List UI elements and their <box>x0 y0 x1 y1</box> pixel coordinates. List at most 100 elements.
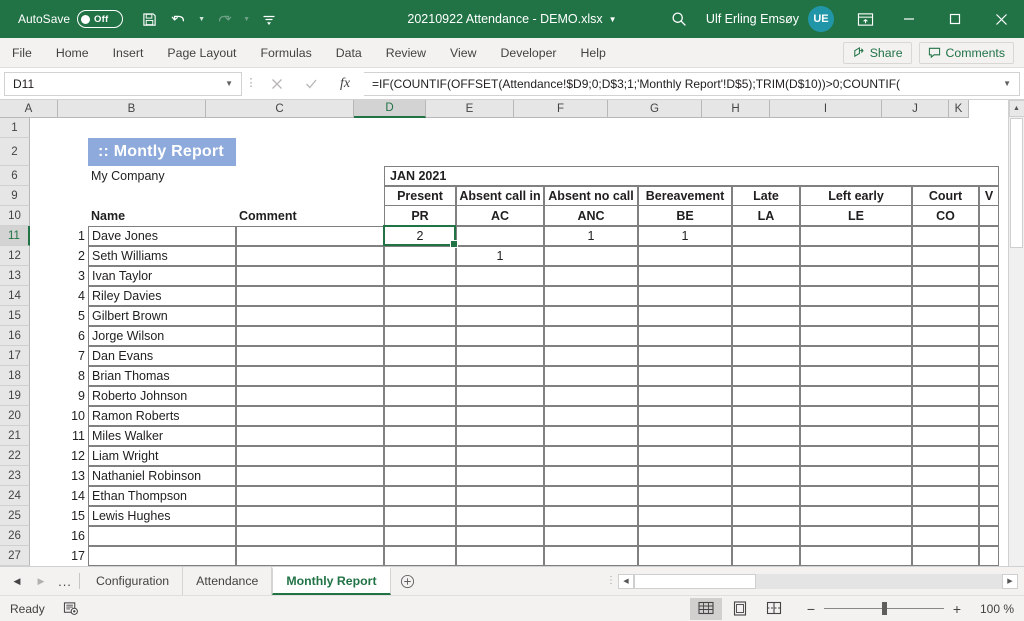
value-cell-e24[interactable] <box>456 486 544 506</box>
column-header-b[interactable]: B <box>58 100 206 118</box>
value-cell-g17[interactable] <box>638 346 732 366</box>
value-cell-i24[interactable] <box>800 486 912 506</box>
row-header-13[interactable]: 13 <box>0 266 30 286</box>
column-header-f[interactable]: F <box>514 100 608 118</box>
value-cell-k27[interactable] <box>979 546 999 566</box>
value-cell-i25[interactable] <box>800 506 912 526</box>
tab-data[interactable]: Data <box>324 38 374 67</box>
cell-I1[interactable] <box>800 118 912 138</box>
value-cell-g16[interactable] <box>638 326 732 346</box>
row-number-cell-15[interactable]: 5 <box>30 306 88 326</box>
value-cell-f14[interactable] <box>544 286 638 306</box>
row-header-15[interactable]: 15 <box>0 306 30 326</box>
value-cell-i26[interactable] <box>800 526 912 546</box>
tab-home[interactable]: Home <box>44 38 101 67</box>
category-header-e[interactable]: Absent call in <box>456 186 544 206</box>
category-header-d[interactable]: Present <box>384 186 456 206</box>
zoom-slider-thumb[interactable] <box>882 602 887 615</box>
value-cell-f22[interactable] <box>544 446 638 466</box>
category-code-e[interactable]: AC <box>456 206 544 226</box>
expand-formula-bar-icon[interactable]: ▼ <box>997 79 1011 88</box>
value-cell-j26[interactable] <box>912 526 979 546</box>
scroll-left-button[interactable]: ◀ <box>618 573 634 589</box>
value-cell-i27[interactable] <box>800 546 912 566</box>
page-break-preview-icon[interactable] <box>758 598 790 620</box>
column-header-h[interactable]: H <box>702 100 770 118</box>
row-header-16[interactable]: 16 <box>0 326 30 346</box>
value-cell-d23[interactable] <box>384 466 456 486</box>
sheet-overflow-icon[interactable]: ... <box>54 568 76 594</box>
row-number-cell-27[interactable]: 17 <box>30 546 88 566</box>
cell-c6[interactable] <box>236 166 384 186</box>
row-header-21[interactable]: 21 <box>0 426 30 446</box>
value-cell-i14[interactable] <box>800 286 912 306</box>
row-header-9[interactable]: 9 <box>0 186 30 206</box>
user-name[interactable]: Ulf Erling Emsøy <box>706 12 799 26</box>
row-header-25[interactable]: 25 <box>0 506 30 526</box>
row-number-cell-17[interactable]: 7 <box>30 346 88 366</box>
name-box[interactable]: D11 ▼ <box>4 71 242 96</box>
value-cell-i16[interactable] <box>800 326 912 346</box>
normal-view-icon[interactable] <box>690 597 722 620</box>
column-header-k[interactable]: K <box>949 100 969 118</box>
value-cell-g21[interactable] <box>638 426 732 446</box>
category-header-k[interactable]: V <box>979 186 999 206</box>
comment-cell-20[interactable] <box>236 406 384 426</box>
row-number-cell-23[interactable]: 13 <box>30 466 88 486</box>
value-cell-h22[interactable] <box>732 446 800 466</box>
scroll-right-button[interactable]: ▶ <box>1002 573 1018 589</box>
value-cell-i17[interactable] <box>800 346 912 366</box>
value-cell-d22[interactable] <box>384 446 456 466</box>
value-cell-g13[interactable] <box>638 266 732 286</box>
name-cell-23[interactable]: Nathaniel Robinson <box>88 466 236 486</box>
name-cell-17[interactable]: Dan Evans <box>88 346 236 366</box>
value-cell-h14[interactable] <box>732 286 800 306</box>
value-cell-k20[interactable] <box>979 406 999 426</box>
name-cell-27[interactable] <box>88 546 236 566</box>
value-cell-j25[interactable] <box>912 506 979 526</box>
value-cell-d19[interactable] <box>384 386 456 406</box>
cell-I2[interactable] <box>800 138 912 166</box>
sheet-tab-configuration[interactable]: Configuration <box>83 567 184 595</box>
row-number-cell-14[interactable]: 4 <box>30 286 88 306</box>
value-cell-e21[interactable] <box>456 426 544 446</box>
comment-cell-21[interactable] <box>236 426 384 446</box>
row-header-6[interactable]: 6 <box>0 166 30 186</box>
minimize-button[interactable] <box>886 0 932 38</box>
value-cell-f25[interactable] <box>544 506 638 526</box>
value-cell-d15[interactable] <box>384 306 456 326</box>
value-cell-d11[interactable]: 2 <box>384 226 456 246</box>
value-cell-j14[interactable] <box>912 286 979 306</box>
comment-cell-16[interactable] <box>236 326 384 346</box>
next-sheet-icon[interactable]: ▶ <box>30 568 52 594</box>
row-header-23[interactable]: 23 <box>0 466 30 486</box>
cell-a6[interactable] <box>30 166 88 186</box>
row-header-2[interactable]: 2 <box>0 138 30 166</box>
ribbon-display-options-icon[interactable] <box>844 0 886 38</box>
row-number-cell-21[interactable]: 11 <box>30 426 88 446</box>
cell-D2[interactable] <box>384 138 456 166</box>
name-cell-16[interactable]: Jorge Wilson <box>88 326 236 346</box>
undo-icon[interactable] <box>165 5 193 33</box>
value-cell-i20[interactable] <box>800 406 912 426</box>
value-cell-i19[interactable] <box>800 386 912 406</box>
cell-K1[interactable] <box>979 118 999 138</box>
value-cell-h17[interactable] <box>732 346 800 366</box>
zoom-slider[interactable] <box>824 602 944 615</box>
tab-file[interactable]: File <box>0 38 44 67</box>
cell-C2[interactable] <box>236 138 384 166</box>
value-cell-j17[interactable] <box>912 346 979 366</box>
value-cell-e12[interactable]: 1 <box>456 246 544 266</box>
category-code-i[interactable]: LE <box>800 206 912 226</box>
category-header-f[interactable]: Absent no call <box>544 186 638 206</box>
category-code-f[interactable]: ANC <box>544 206 638 226</box>
value-cell-d26[interactable] <box>384 526 456 546</box>
page-layout-icon[interactable] <box>724 598 756 620</box>
vertical-scroll-thumb[interactable] <box>1010 118 1023 248</box>
value-cell-e18[interactable] <box>456 366 544 386</box>
row-header-26[interactable]: 26 <box>0 526 30 546</box>
value-cell-k24[interactable] <box>979 486 999 506</box>
name-box-dropdown-icon[interactable]: ▼ <box>225 79 233 88</box>
value-cell-i23[interactable] <box>800 466 912 486</box>
cell-A1[interactable] <box>30 118 88 138</box>
